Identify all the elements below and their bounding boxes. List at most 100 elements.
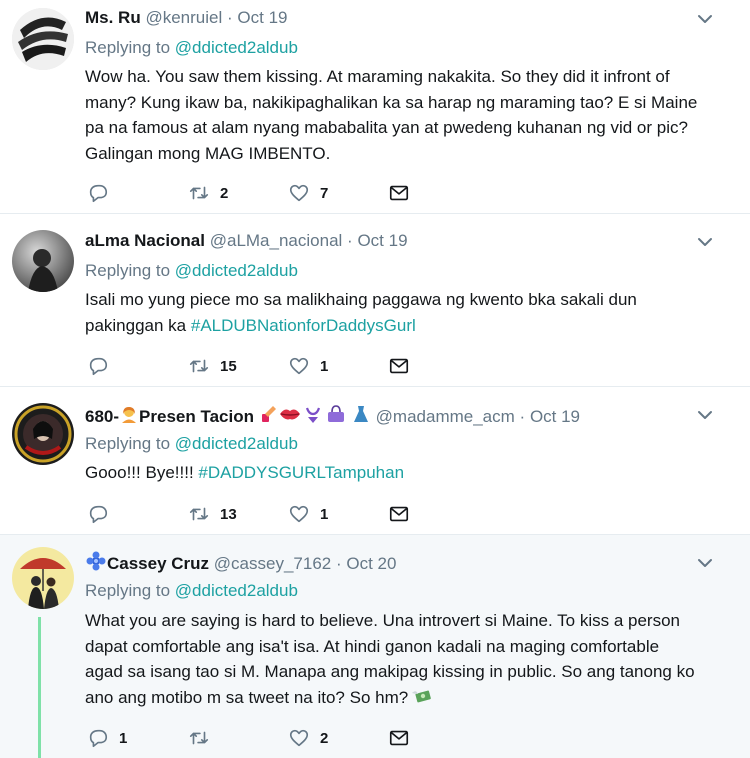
avatar-image: [12, 230, 74, 292]
message-button[interactable]: [388, 502, 410, 526]
display-name[interactable]: Ms. Ru: [85, 8, 141, 27]
tweet-text-segment: Gooo!!! Bye!!!!: [85, 463, 199, 482]
replying-to-mention[interactable]: @ddicted2aldub: [175, 434, 298, 453]
tweet-ms-ru[interactable]: Ms. Ru @kenruiel · Oct 19 Replying to @d…: [0, 0, 750, 214]
like-icon: [289, 357, 309, 375]
display-name[interactable]: Presen Tacion: [139, 407, 254, 426]
tweet-date[interactable]: Oct 19: [357, 231, 407, 250]
tweet-text-line: pa na famous at alam nyang mababalita ya…: [85, 118, 688, 137]
like-icon: [289, 505, 309, 523]
retweet-button[interactable]: [188, 726, 220, 750]
reply-icon: [89, 184, 108, 203]
reply-button[interactable]: [87, 502, 119, 526]
tweet-timeline: Ms. Ru @kenruiel · Oct 19 Replying to @d…: [0, 0, 750, 758]
money-with-wings-emoji-icon: [412, 690, 432, 702]
replying-to-label: Replying to: [85, 38, 171, 57]
retweet-icon: [189, 507, 209, 521]
like-button[interactable]: 7: [288, 181, 328, 205]
retweet-count: 2: [220, 184, 229, 202]
user-handle[interactable]: @cassey_7162: [214, 554, 331, 573]
purse-emoji-icon: [328, 405, 345, 422]
display-name-prefix[interactable]: 680-: [85, 407, 119, 426]
tweet-header: Ms. Ru @kenruiel · Oct 19: [85, 8, 288, 28]
retweet-button[interactable]: 2: [188, 181, 228, 205]
tweet-text-line: Galingan mong MAG IMBENTO.: [85, 143, 331, 163]
retweet-button[interactable]: 13: [188, 502, 237, 526]
avatar[interactable]: [12, 547, 74, 609]
nail-polish-emoji-icon: [261, 406, 276, 422]
caret-down-icon[interactable]: [696, 233, 714, 251]
tweet-date[interactable]: Oct 20: [346, 554, 396, 573]
message-icon: [389, 185, 409, 201]
tweet-text: What you are saying is hard to believe. …: [85, 608, 720, 710]
tweet-text-line: pakinggan ka #ALDUBNationforDaddysGurl: [85, 313, 720, 339]
tweet-actions: 13 1: [85, 502, 425, 526]
reply-button[interactable]: [87, 181, 119, 205]
avatar[interactable]: [12, 403, 74, 465]
tweet-cassey-cruz[interactable]: Cassey Cruz @cassey_7162 · Oct 20 Replyi…: [0, 535, 750, 758]
tweet-alma-nacional[interactable]: aLma Nacional @aLMa_nacional · Oct 19 Re…: [0, 214, 750, 387]
like-count: 1: [320, 505, 329, 523]
like-icon: [289, 729, 309, 747]
tweet-text-line: ano ang motibo m sa tweet na ito? So hm?: [85, 685, 720, 711]
tweet-text-line: Gooo!!! Bye!!!! #DADDYSGURLTampuhan: [85, 460, 720, 486]
avatar[interactable]: [12, 230, 74, 292]
tweet-actions: 1 2: [85, 726, 425, 750]
reply-icon: [89, 729, 108, 748]
tweet-text-line: What you are saying is hard to believe. …: [85, 611, 680, 630]
message-button[interactable]: [388, 726, 410, 750]
retweet-button[interactable]: 15: [188, 354, 237, 378]
separator-dot: ·: [347, 231, 353, 250]
retweet-icon: [189, 186, 209, 200]
avatar-image: [12, 547, 74, 609]
replying-to-label: Replying to: [85, 434, 171, 453]
tweet-presen-tacion[interactable]: 680- Presen Tacion @madamme_acm · Oct 19 …: [0, 387, 750, 535]
reply-button[interactable]: [87, 354, 119, 378]
tweet-date[interactable]: Oct 19: [237, 8, 287, 27]
message-icon: [389, 358, 409, 374]
like-icon: [289, 184, 309, 202]
user-handle[interactable]: @aLMa_nacional: [210, 231, 343, 250]
caret-down-icon[interactable]: [696, 10, 714, 28]
retweet-count: 15: [220, 357, 237, 375]
retweet-icon: [189, 731, 209, 745]
caret-down-icon[interactable]: [696, 406, 714, 424]
tweet-actions: 15 1: [85, 354, 425, 378]
tweet-text-line: many? Kung ikaw ba, nakikipaghalikan ka …: [85, 92, 698, 112]
replying-to: Replying to @ddicted2aldub: [85, 261, 298, 281]
separator-dot: ·: [227, 8, 233, 27]
reply-button[interactable]: 1: [87, 726, 127, 750]
avatar[interactable]: [12, 8, 74, 70]
message-icon: [389, 730, 409, 746]
tweet-text-segment: ano ang motibo m sa tweet na ito? So hm?: [85, 687, 409, 707]
tweet-date[interactable]: Oct 19: [530, 407, 580, 426]
message-button[interactable]: [388, 181, 410, 205]
message-button[interactable]: [388, 354, 410, 378]
tweet-text-line: Isali mo yung piece mo sa malikhaing pag…: [85, 290, 637, 309]
user-handle[interactable]: @madamme_acm: [376, 407, 515, 426]
avatar-image: [12, 403, 74, 465]
display-name[interactable]: Cassey Cruz: [107, 554, 209, 573]
like-button[interactable]: 1: [288, 502, 328, 526]
separator-dot: ·: [335, 554, 342, 573]
display-name[interactable]: aLma Nacional: [85, 231, 205, 250]
like-button[interactable]: 2: [288, 726, 328, 750]
hashtag-link[interactable]: #ALDUBNationforDaddysGurl: [191, 316, 416, 335]
blue-flower-emoji-icon: [86, 551, 106, 571]
tweet-text-segment: pakinggan ka: [85, 315, 191, 335]
like-count: 2: [320, 729, 329, 747]
tweet-text-line: agad sa isang tao si M. Manapa ang makip…: [85, 662, 695, 681]
replying-to-mention[interactable]: @ddicted2aldub: [175, 261, 298, 280]
replying-to-label: Replying to: [85, 261, 171, 280]
user-handle[interactable]: @kenruiel: [145, 8, 222, 27]
tweet-header: Cassey Cruz @cassey_7162 · Oct 20: [85, 551, 396, 574]
tweet-header: aLma Nacional @aLMa_nacional · Oct 19: [85, 231, 408, 251]
separator-dot: ·: [519, 407, 526, 426]
hashtag-link[interactable]: #DADDYSGURLTampuhan: [198, 463, 404, 482]
like-button[interactable]: 1: [288, 354, 328, 378]
retweet-count: 13: [220, 505, 237, 523]
replying-to-mention[interactable]: @ddicted2aldub: [175, 581, 298, 600]
avatar-image: [12, 8, 74, 70]
replying-to-mention[interactable]: @ddicted2aldub: [175, 38, 298, 57]
caret-down-icon[interactable]: [696, 554, 714, 572]
